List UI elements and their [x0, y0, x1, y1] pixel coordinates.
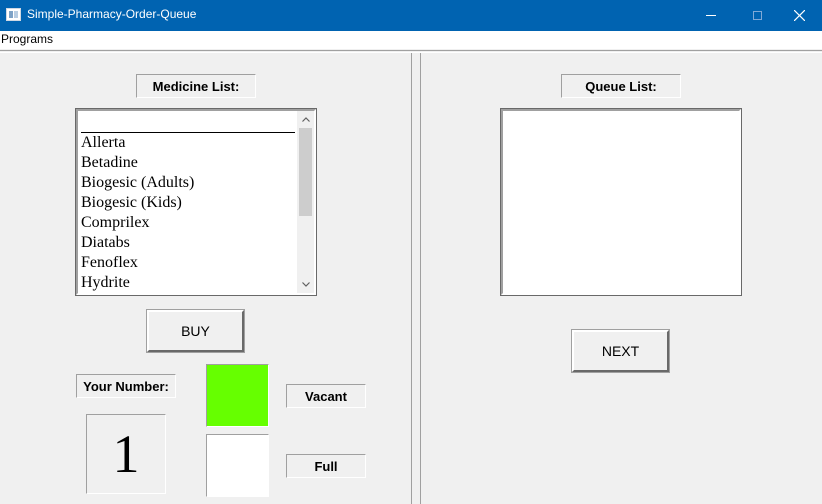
scroll-thumb[interactable]	[299, 128, 312, 216]
chevron-up-icon	[301, 117, 310, 122]
list-item[interactable]: Biogesic (Adults)	[81, 173, 295, 193]
title-bar[interactable]: Simple-Pharmacy-Order-Queue	[0, 0, 822, 31]
medicine-list-label: Medicine List:	[136, 74, 256, 98]
chevron-down-icon	[301, 282, 310, 287]
minimize-button[interactable]	[688, 0, 734, 31]
full-indicator	[206, 434, 269, 497]
list-item[interactable]: Hydrite	[81, 273, 295, 293]
queue-listbox[interactable]	[500, 108, 742, 296]
panel-divider	[410, 53, 422, 504]
list-item[interactable]: Diatabs	[81, 233, 295, 253]
list-item[interactable]: Allerta	[81, 133, 295, 153]
menu-bar: Programs	[0, 31, 822, 49]
window-title: Simple-Pharmacy-Order-Queue	[27, 7, 197, 21]
medicine-list-items: Allerta Betadine Biogesic (Adults) Bioge…	[81, 113, 295, 293]
maximize-button	[734, 0, 780, 31]
medicine-listbox[interactable]: Allerta Betadine Biogesic (Adults) Bioge…	[75, 108, 317, 296]
list-item[interactable]: Betadine	[81, 153, 295, 173]
app-window-icon	[6, 8, 21, 21]
vacant-label: Vacant	[286, 384, 366, 408]
medicine-list-blank-row[interactable]	[81, 113, 295, 133]
close-icon	[793, 10, 805, 21]
vacant-indicator	[206, 364, 269, 427]
full-label: Full	[286, 454, 366, 478]
close-button[interactable]	[776, 0, 822, 31]
next-button[interactable]: NEXT	[571, 329, 670, 373]
scroll-up-button[interactable]	[297, 111, 314, 128]
minimize-icon	[706, 15, 716, 16]
your-number-label: Your Number:	[76, 374, 176, 398]
buy-button[interactable]: BUY	[146, 309, 245, 353]
maximize-icon	[752, 11, 762, 20]
list-item[interactable]: Fenoflex	[81, 253, 295, 273]
scroll-down-button[interactable]	[297, 276, 314, 293]
list-item[interactable]: Comprilex	[81, 213, 295, 233]
list-item[interactable]: Biogesic (Kids)	[81, 193, 295, 213]
menu-item-programs[interactable]: Programs	[1, 32, 53, 46]
your-number-display: 1	[85, 413, 167, 495]
medicine-list-scrollbar[interactable]	[297, 111, 314, 293]
queue-list-label: Queue List:	[561, 74, 681, 98]
